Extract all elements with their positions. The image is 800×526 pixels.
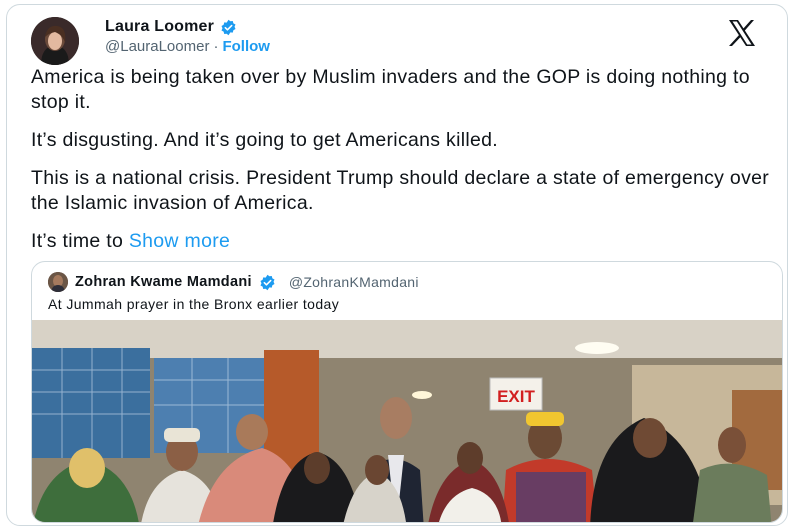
quoted-author-name[interactable]: Zohran Kwame Mamdani: [75, 274, 252, 290]
follow-button[interactable]: Follow: [222, 38, 270, 55]
author-avatar[interactable]: [31, 17, 79, 65]
quoted-tweet-text: At Jummah prayer in the Bronx earlier to…: [48, 296, 340, 312]
tweet-body: America is being taken over by Muslim in…: [31, 65, 771, 267]
show-more-link[interactable]: Show more: [129, 230, 230, 252]
quoted-photo[interactable]: EXIT: [32, 320, 782, 522]
x-logo-icon[interactable]: [727, 19, 757, 47]
tweet-card[interactable]: Laura Loomer @LauraLoomer · Follow America…: [6, 4, 788, 526]
truncated-text: It’s time to: [31, 230, 129, 252]
author-name[interactable]: Laura Loomer: [105, 18, 214, 36]
tweet-paragraph-truncated: It’s time to Show more: [31, 229, 771, 254]
tweet-paragraph: This is a national crisis. President Tru…: [31, 167, 770, 214]
verified-badge-icon: [220, 19, 237, 36]
verified-badge-icon: [259, 274, 276, 291]
author-handle[interactable]: @LauraLoomer: [105, 38, 209, 55]
quoted-author-handle[interactable]: @ZohranKMamdani: [289, 274, 419, 290]
tweet-paragraph: It’s disgusting. And it’s going to get A…: [31, 129, 499, 151]
quoted-author-avatar[interactable]: [48, 272, 68, 292]
separator-dot: ·: [213, 38, 219, 55]
tweet-paragraph: America is being taken over by Muslim in…: [31, 66, 750, 113]
photo-exit-sign: EXIT: [497, 387, 535, 406]
quoted-tweet[interactable]: Zohran Kwame Mamdani @ZohranKMamdani At …: [31, 261, 783, 523]
